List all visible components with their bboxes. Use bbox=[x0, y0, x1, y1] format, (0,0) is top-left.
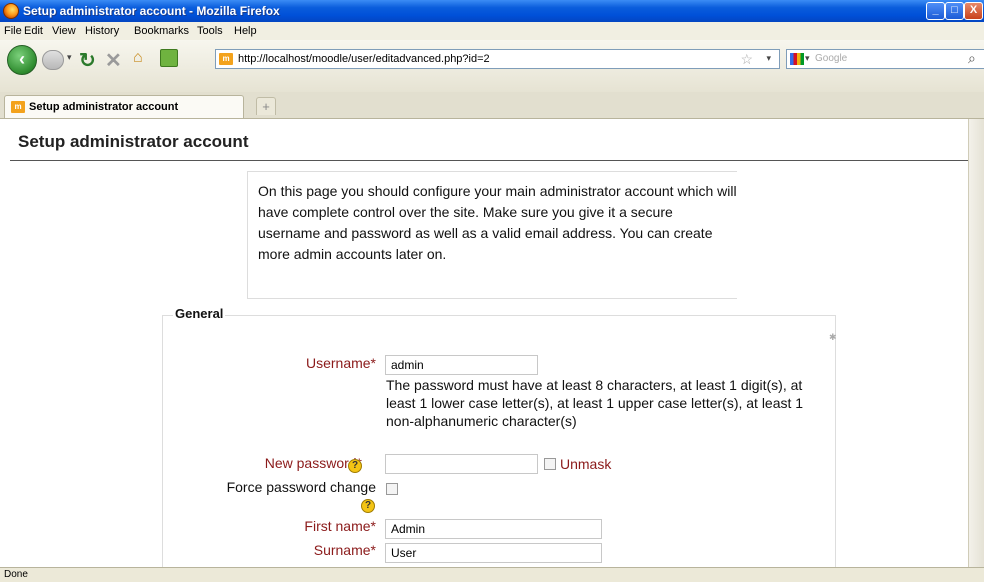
title-divider bbox=[10, 160, 968, 161]
page-content: Setup administrator account On this page… bbox=[0, 119, 968, 567]
vertical-scrollbar[interactable] bbox=[968, 119, 984, 567]
surname-label: Surname* bbox=[313, 542, 376, 558]
site-favicon-icon: m bbox=[219, 53, 233, 65]
collapse-icon[interactable]: ✱ bbox=[829, 332, 837, 343]
google-icon[interactable] bbox=[790, 53, 804, 65]
reload-icon[interactable]: ↻ bbox=[79, 48, 96, 73]
maximize-button[interactable]: □ bbox=[945, 2, 964, 20]
minimize-button[interactable]: _ bbox=[926, 2, 945, 20]
menu-file[interactable]: File bbox=[4, 25, 22, 37]
bookmark-add-icon[interactable] bbox=[160, 49, 178, 67]
history-dropdown-icon[interactable]: ▾ bbox=[67, 52, 72, 63]
help-icon[interactable]: ? bbox=[361, 499, 375, 513]
window-title: Setup administrator account - Mozilla Fi… bbox=[23, 4, 280, 18]
tab-setup-admin[interactable]: m Setup administrator account bbox=[4, 95, 244, 118]
status-text: Done bbox=[4, 569, 28, 580]
stop-icon[interactable]: ✕ bbox=[105, 48, 122, 73]
password-policy-note: The password must have at least 8 charac… bbox=[386, 377, 804, 429]
new-password-label: New password* bbox=[264, 455, 362, 471]
new-password-input[interactable] bbox=[385, 454, 538, 474]
unmask-label[interactable]: Unmask bbox=[560, 456, 611, 472]
url-text[interactable]: http://localhost/moodle/user/editadvance… bbox=[238, 53, 490, 65]
search-engine-dropdown-icon[interactable]: ▾ bbox=[805, 53, 810, 64]
menu-tools[interactable]: Tools bbox=[197, 25, 223, 37]
url-dropdown-icon[interactable]: ▾ bbox=[766, 53, 771, 64]
tab-label: Setup administrator account bbox=[29, 101, 179, 113]
menu-history[interactable]: History bbox=[85, 25, 119, 37]
menu-bookmarks[interactable]: Bookmarks bbox=[134, 25, 189, 37]
first-name-input[interactable] bbox=[385, 519, 602, 539]
tab-favicon-icon: m bbox=[11, 101, 25, 113]
menu-help[interactable]: Help bbox=[234, 25, 257, 37]
window-titlebar: Setup administrator account - Mozilla Fi… bbox=[0, 0, 984, 22]
force-password-change-label: Force password change bbox=[226, 479, 376, 495]
status-bar: Done bbox=[0, 567, 984, 582]
home-icon[interactable]: ⌂ bbox=[133, 49, 143, 67]
search-bar[interactable]: ▾ Google bbox=[786, 49, 984, 69]
url-bar[interactable]: m http://localhost/moodle/user/editadvan… bbox=[215, 49, 780, 69]
navigation-toolbar: ‹ ▾ ↻ ✕ ⌂ m http://localhost/moodle/user… bbox=[0, 40, 984, 92]
first-name-label: First name* bbox=[304, 518, 376, 534]
search-icon[interactable]: ⌕ bbox=[968, 50, 976, 67]
page-title: Setup administrator account bbox=[18, 132, 249, 151]
username-label: Username* bbox=[305, 355, 376, 371]
username-input[interactable] bbox=[385, 355, 538, 375]
firefox-logo-icon bbox=[3, 3, 19, 19]
unmask-checkbox[interactable] bbox=[544, 458, 556, 470]
force-password-change-checkbox[interactable] bbox=[386, 483, 398, 495]
general-legend[interactable]: General bbox=[173, 306, 226, 321]
menu-edit[interactable]: Edit bbox=[24, 25, 43, 37]
menu-view[interactable]: View bbox=[52, 25, 76, 37]
menu-bar: File Edit View History Bookmarks Tools H… bbox=[0, 22, 984, 41]
help-icon[interactable]: ? bbox=[348, 459, 362, 473]
close-button[interactable]: X bbox=[964, 2, 983, 20]
new-tab-button[interactable]: + bbox=[256, 97, 276, 115]
search-input[interactable]: Google bbox=[815, 53, 847, 64]
star-icon[interactable]: ☆ bbox=[740, 51, 753, 68]
surname-input[interactable] bbox=[385, 543, 602, 563]
back-icon[interactable]: ‹ bbox=[7, 45, 37, 75]
tab-strip: m Setup administrator account + bbox=[0, 92, 984, 119]
intro-text: On this page you should configure your m… bbox=[258, 183, 737, 262]
forward-icon[interactable] bbox=[42, 50, 64, 70]
